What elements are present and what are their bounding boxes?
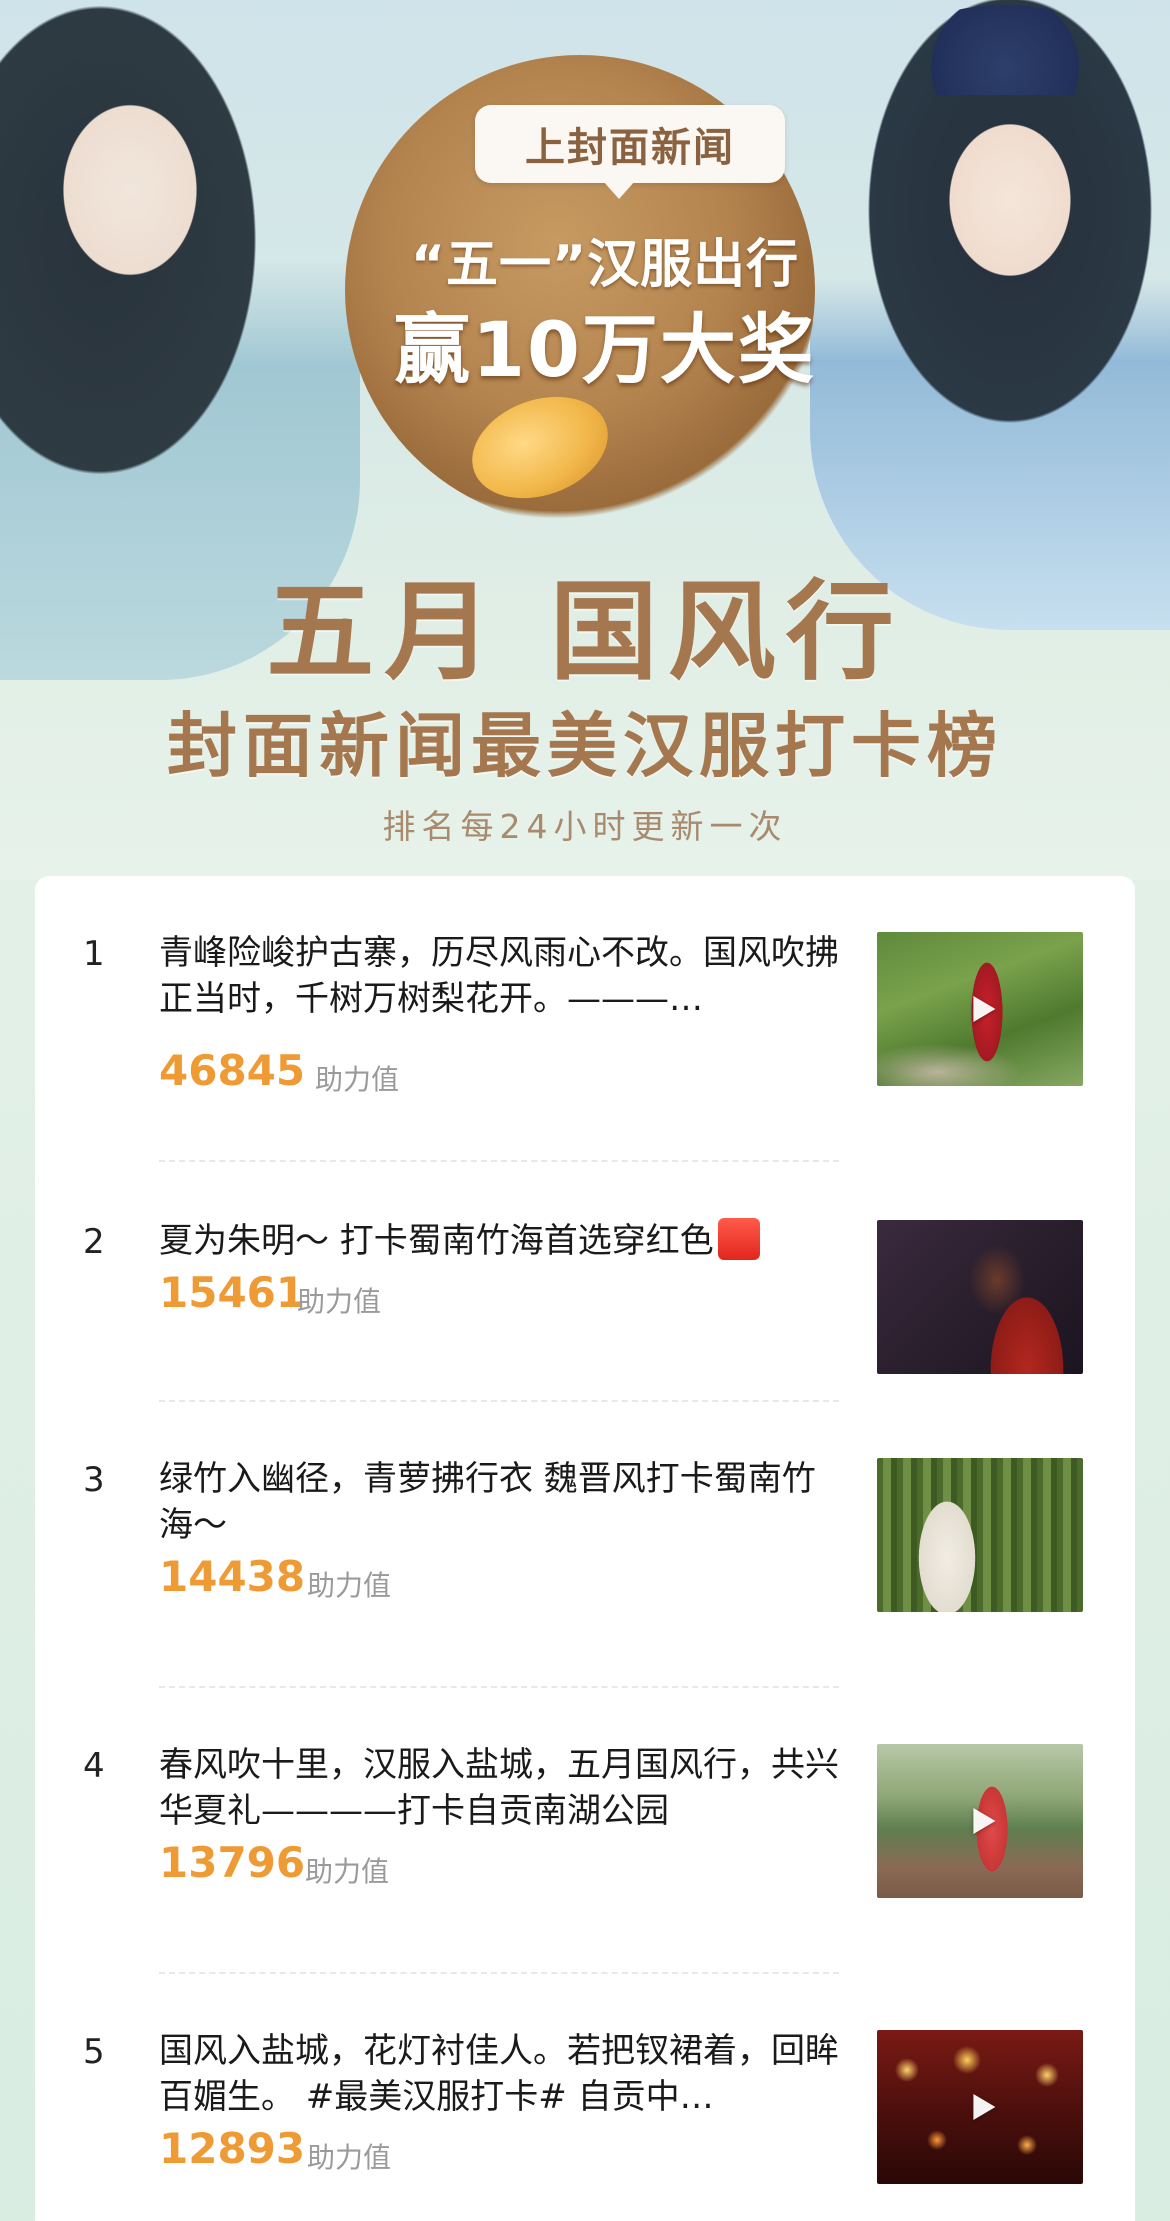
campaign-banner: 上封面新闻 “五一”汉服出行 赢10万大奖 五月 国风行 封面新闻最美汉服打卡榜… — [0, 0, 1170, 880]
ranking-row-3[interactable]: 3 绿竹入幽径，青萝拂行衣 魏晋风打卡蜀南竹海～ 14438 助力值 — [35, 1402, 1135, 1688]
page-subtitle: 封面新闻最美汉服打卡榜 — [167, 704, 1003, 787]
rank-number: 3 — [83, 1460, 105, 1500]
ranking-row-1[interactable]: 1 青峰险峻护古寨，历尽风雨心不改。国风吹拂正当时，千树万树梨花开。———… 4… — [35, 876, 1135, 1162]
rank-number: 4 — [83, 1746, 105, 1786]
score-value: 15461 — [159, 1268, 306, 1317]
entry-thumbnail[interactable] — [877, 2030, 1083, 2184]
red-square-emoji — [717, 1218, 760, 1260]
score-label: 助力值 — [305, 1855, 390, 1888]
entry-thumbnail[interactable] — [877, 1744, 1083, 1898]
entry-title[interactable]: 国风入盐城，花灯衬佳人。若把钗裙着，回眸百媚生。 #最美汉服打卡# 自贡中… — [159, 2028, 839, 2120]
score-label: 助力值 — [307, 2141, 392, 2174]
score-label: 助力值 — [297, 1285, 382, 1318]
score-value: 46845 — [159, 1046, 306, 1095]
ranking-row-5[interactable]: 5 国风入盐城，花灯衬佳人。若把钗裙着，回眸百媚生。 #最美汉服打卡# 自贡中…… — [35, 1974, 1135, 2221]
rank-number: 2 — [83, 1222, 105, 1262]
rank-number: 1 — [83, 934, 105, 974]
entry-thumbnail[interactable] — [877, 1220, 1083, 1374]
entry-title-text: 夏为朱明～ 打卡蜀南竹海首选穿红色 — [159, 1221, 714, 1261]
promo-headline: “五一”汉服出行 — [410, 235, 800, 295]
entry-title[interactable]: 春风吹十里，汉服入盐城，五月国风行，共兴华夏礼————打卡自贡南湖公园 — [159, 1742, 839, 1834]
ranking-row-4[interactable]: 4 春风吹十里，汉服入盐城，五月国风行，共兴华夏礼————打卡自贡南湖公园 13… — [35, 1688, 1135, 1974]
entry-thumbnail[interactable] — [877, 1458, 1083, 1612]
entry-title[interactable]: 夏为朱明～ 打卡蜀南竹海首选穿红色 — [159, 1218, 839, 1264]
update-frequency-note: 排名每24小时更新一次 — [382, 807, 788, 846]
score-label: 助力值 — [315, 1063, 400, 1096]
score-value: 12893 — [159, 2124, 306, 2173]
play-icon[interactable] — [973, 2094, 996, 2120]
entry-title[interactable]: 青峰险峻护古寨，历尽风雨心不改。国风吹拂正当时，千树万树梨花开。———… — [159, 930, 839, 1022]
rank-number: 5 — [83, 2032, 105, 2072]
ranking-list-card: 1 青峰险峻护古寨，历尽风雨心不改。国风吹拂正当时，千树万树梨花开。———… 4… — [35, 876, 1135, 2221]
score-value: 14438 — [159, 1552, 306, 1601]
page-title: 五月 国风行 — [266, 569, 904, 695]
entry-thumbnail[interactable] — [877, 932, 1083, 1086]
play-icon[interactable] — [973, 996, 996, 1022]
play-icon[interactable] — [973, 1808, 996, 1834]
score-value: 13796 — [159, 1838, 306, 1887]
headdress-image — [900, 5, 1110, 95]
ranking-row-2[interactable]: 2 夏为朱明～ 打卡蜀南竹海首选穿红色 15461 助力值 — [35, 1164, 1135, 1402]
promo-prize-text: 赢10万大奖 — [394, 305, 816, 394]
entry-title[interactable]: 绿竹入幽径，青萝拂行衣 魏晋风打卡蜀南竹海～ — [159, 1456, 839, 1548]
speech-bubble-badge: 上封面新闻 — [475, 105, 785, 199]
row-divider — [159, 1160, 839, 1162]
score-label: 助力值 — [307, 1569, 392, 1602]
